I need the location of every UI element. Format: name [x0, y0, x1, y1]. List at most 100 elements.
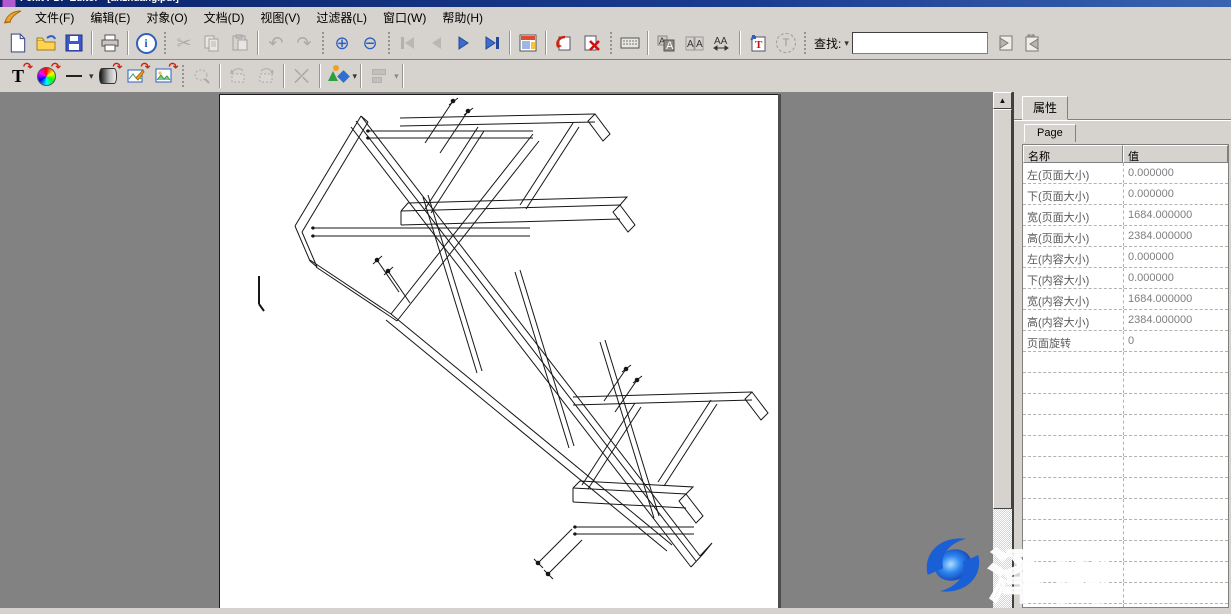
zoom-out-icon: ⊖: [362, 34, 377, 52]
delete-object-button[interactable]: ⤫: [289, 63, 315, 89]
document-info-button[interactable]: i: [133, 30, 159, 56]
menu-object[interactable]: 对象(O): [138, 7, 195, 28]
text-tool-button[interactable]: T: [773, 30, 799, 56]
redo-button[interactable]: ↷: [291, 30, 317, 56]
rotate-page-button[interactable]: [551, 30, 577, 56]
property-value[interactable]: 2384.000000: [1123, 226, 1228, 246]
zoom-in-icon: ⊕: [334, 34, 349, 52]
red-arrow-icon: ↷: [23, 60, 33, 74]
scroll-up-arrow-icon: ▲: [999, 96, 1007, 105]
pdf-page[interactable]: [219, 94, 778, 608]
font-style-button[interactable]: A A: [653, 30, 679, 56]
insert-shape-dropdown[interactable]: ▾: [353, 71, 358, 82]
menu-filter[interactable]: 过滤器(L): [308, 7, 375, 28]
add-image-button[interactable]: ↷: [151, 63, 177, 89]
new-document-button[interactable]: [5, 30, 31, 56]
property-row[interactable]: 宽(内容大小) 1684.000000: [1023, 289, 1228, 310]
insert-shape-button[interactable]: [325, 63, 351, 89]
next-page-button[interactable]: [451, 30, 477, 56]
shapes-cluster-icon: [328, 71, 348, 81]
menu-document[interactable]: 文档(D): [196, 7, 253, 28]
align-objects-button[interactable]: [366, 63, 392, 89]
delete-x-icon: ⤫: [294, 67, 308, 85]
find-next-button[interactable]: [1020, 30, 1046, 56]
menu-edit[interactable]: 编辑(E): [82, 7, 138, 28]
red-arrow-icon: ↷: [112, 60, 122, 74]
properties-table: 名称 值 左(页面大小) 0.000000 下(页面大小) 0.000000 宽…: [1022, 144, 1229, 608]
property-name: 下(内容大小): [1023, 268, 1123, 288]
page-layout-button[interactable]: [515, 30, 541, 56]
text-cursor: [259, 276, 264, 311]
scissors-icon: ✂: [176, 34, 191, 52]
add-text-button[interactable]: T: [745, 30, 771, 56]
delete-page-button[interactable]: [579, 30, 605, 56]
zoom-out-button[interactable]: ⊖: [357, 30, 383, 56]
vertical-scrollbar[interactable]: ▲: [993, 92, 1012, 608]
tab-page[interactable]: Page: [1024, 124, 1076, 142]
cut-button[interactable]: ✂: [171, 30, 197, 56]
first-page-button[interactable]: [395, 30, 421, 56]
empty-row: [1023, 541, 1228, 562]
virtual-keyboard-button[interactable]: [617, 30, 643, 56]
property-row[interactable]: 高(内容大小) 2384.000000: [1023, 310, 1228, 331]
zoom-in-button[interactable]: ⊕: [329, 30, 355, 56]
save-button[interactable]: [61, 30, 87, 56]
edit-text-object-button[interactable]: T ↷: [5, 63, 31, 89]
app-window-icon: [2, 0, 16, 7]
property-row[interactable]: 左(页面大小) 0.000000: [1023, 163, 1228, 184]
lasso-select-button[interactable]: [189, 63, 215, 89]
properties-table-header: 名称 值: [1023, 145, 1228, 163]
line-style-dropdown[interactable]: ▾: [89, 71, 94, 82]
property-row[interactable]: 宽(页面大小) 1684.000000: [1023, 205, 1228, 226]
rotate-page-icon: [555, 34, 573, 52]
property-value[interactable]: 0.000000: [1123, 247, 1228, 267]
find-options-dropdown[interactable]: ▾: [844, 38, 849, 49]
property-value[interactable]: 1684.000000: [1123, 205, 1228, 225]
property-row[interactable]: 下(页面大小) 0.000000: [1023, 184, 1228, 205]
scroll-up-button[interactable]: ▲: [993, 92, 1012, 109]
edit-shading-button[interactable]: ↷: [95, 63, 121, 89]
paste-button[interactable]: [227, 30, 253, 56]
red-arrow-icon: ↷: [140, 60, 150, 74]
menu-file[interactable]: 文件(F): [27, 7, 82, 28]
menu-view[interactable]: 视图(V): [252, 7, 308, 28]
edit-color-button[interactable]: ↷: [33, 63, 59, 89]
copy-button[interactable]: [199, 30, 225, 56]
undo-button[interactable]: ↶: [263, 30, 289, 56]
kerning-aa-icon: A A: [684, 34, 704, 52]
last-page-icon: [484, 36, 500, 50]
property-row[interactable]: 左(内容大小) 0.000000: [1023, 247, 1228, 268]
align-objects-dropdown[interactable]: ▾: [394, 71, 399, 82]
property-row[interactable]: 高(页面大小) 2384.000000: [1023, 226, 1228, 247]
line-style-button[interactable]: [61, 63, 87, 89]
property-value[interactable]: 0: [1123, 331, 1228, 351]
property-value[interactable]: 1684.000000: [1123, 289, 1228, 309]
char-spacing-button[interactable]: AA: [709, 30, 735, 56]
empty-row: [1023, 457, 1228, 478]
copy-pages-icon: [203, 34, 221, 52]
empty-row: [1023, 436, 1228, 457]
property-value[interactable]: 0.000000: [1123, 184, 1228, 204]
find-previous-button[interactable]: [992, 30, 1018, 56]
properties-panel: 属性 Page 名称 值 左(页面大小) 0.000000 下(页面大小) 0.…: [1012, 92, 1231, 608]
menu-help[interactable]: 帮助(H): [434, 7, 491, 28]
document-canvas[interactable]: [0, 92, 993, 608]
rotate-object-right-button[interactable]: [253, 63, 279, 89]
property-row[interactable]: 页面旋转 0: [1023, 331, 1228, 352]
print-button[interactable]: [97, 30, 123, 56]
properties-panel-title[interactable]: 属性: [1022, 96, 1068, 120]
menu-window[interactable]: 窗口(W): [375, 7, 434, 28]
screw-heads: [375, 99, 640, 577]
open-file-button[interactable]: [33, 30, 59, 56]
last-page-button[interactable]: [479, 30, 505, 56]
previous-page-button[interactable]: [423, 30, 449, 56]
property-value[interactable]: 2384.000000: [1123, 310, 1228, 330]
property-row[interactable]: 下(内容大小) 0.000000: [1023, 268, 1228, 289]
edit-image-button[interactable]: ↷: [123, 63, 149, 89]
scrollbar-thumb[interactable]: [993, 109, 1012, 509]
property-value[interactable]: 0.000000: [1123, 163, 1228, 183]
font-kerning-button[interactable]: A A: [681, 30, 707, 56]
find-input[interactable]: [852, 32, 988, 54]
property-value[interactable]: 0.000000: [1123, 268, 1228, 288]
rotate-object-left-button[interactable]: [225, 63, 251, 89]
